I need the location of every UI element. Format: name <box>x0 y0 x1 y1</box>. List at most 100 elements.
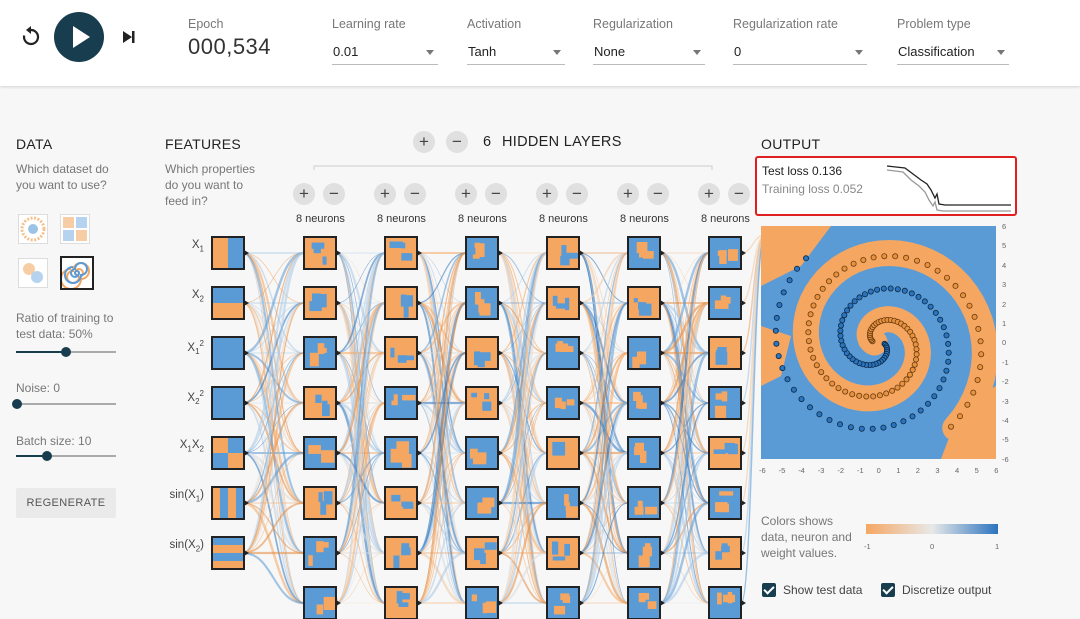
node-fill <box>212 337 244 369</box>
neuron-count-layer-3: 8 neurons <box>458 213 507 225</box>
node-fill <box>473 452 487 462</box>
add-neuron-button-layer-4[interactable]: + <box>536 183 558 205</box>
data-point <box>856 294 863 301</box>
node-fill <box>318 492 323 502</box>
x-axis-tick: -6 <box>759 466 766 475</box>
remove-neuron-button-layer-1[interactable]: − <box>323 183 345 205</box>
regenerate-button[interactable]: REGENERATE <box>16 488 116 518</box>
ratio-slider[interactable] <box>16 345 116 359</box>
dataset-xor[interactable] <box>60 214 90 244</box>
features-question: Which properties do you want to feed in? <box>165 162 256 208</box>
add-neuron-button-layer-2[interactable]: + <box>374 183 396 205</box>
data-point <box>880 424 887 431</box>
data-point <box>977 364 984 371</box>
node-fill <box>320 501 327 515</box>
node-fill <box>401 501 413 507</box>
node-arrow <box>741 300 746 306</box>
show-test-data-label: Show test data <box>783 583 863 597</box>
node-fill <box>552 556 566 561</box>
node-fill <box>474 242 481 248</box>
data-point <box>874 286 881 293</box>
problem-type-select[interactable]: Classification <box>897 40 1009 65</box>
dataset-gaussian[interactable] <box>18 258 48 288</box>
add-layer-button[interactable]: + <box>413 131 435 153</box>
node-fill <box>401 547 411 556</box>
data-point <box>937 316 944 323</box>
color-legend-text: Colors shows data, neuron and weight val… <box>761 514 852 560</box>
dataset-spiral[interactable] <box>60 256 94 290</box>
feature-label-sin-x1: sin(X1) <box>164 489 205 503</box>
data-point <box>844 307 851 314</box>
regularization-select[interactable]: None <box>593 40 705 65</box>
node-fill <box>228 453 244 469</box>
node-fill <box>308 555 313 566</box>
ratio-slider-thumb[interactable] <box>61 347 71 357</box>
node-fill <box>212 303 244 319</box>
data-point <box>772 327 779 334</box>
add-neuron-button-layer-6[interactable]: + <box>698 183 720 205</box>
remove-neuron-button-layer-2[interactable]: − <box>404 183 426 205</box>
remove-neuron-button-layer-4[interactable]: − <box>566 183 588 205</box>
feature-label-part: X <box>191 289 200 301</box>
data-point <box>966 302 973 309</box>
feature-label-x1: X1 <box>164 239 204 253</box>
neuron-count-layer-6: 8 neurons <box>701 213 750 225</box>
remove-neuron-button-layer-5[interactable]: − <box>647 183 669 205</box>
noise-slider-thumb[interactable] <box>12 399 22 409</box>
add-neuron-button-layer-1[interactable]: + <box>293 183 315 205</box>
data-point <box>880 285 887 292</box>
node-fill <box>228 437 244 453</box>
feature-label-part: 2 <box>199 294 204 304</box>
add-neuron-button-layer-5[interactable]: + <box>617 183 639 205</box>
discretize-output-checkbox[interactable] <box>881 583 895 597</box>
node-arrow <box>741 250 746 256</box>
layer-count: 6 <box>483 134 492 150</box>
node-fill <box>471 392 477 398</box>
node-fill <box>560 401 566 410</box>
feature-label-part: 2 <box>195 397 200 407</box>
reset-icon[interactable] <box>18 24 44 50</box>
node-fill <box>564 543 570 556</box>
node-fill <box>401 253 413 261</box>
data-point <box>913 346 920 353</box>
data-point <box>863 393 870 400</box>
node-fill <box>212 453 228 469</box>
dataset-circle[interactable] <box>18 214 48 244</box>
batch-size-label: Batch size: 10 <box>16 434 92 448</box>
remove-neuron-button-layer-3[interactable]: − <box>485 183 507 205</box>
node-fill <box>717 250 727 256</box>
show-test-data-checkbox[interactable] <box>762 583 776 597</box>
data-point <box>936 385 943 392</box>
remove-neuron-button-layer-6[interactable]: − <box>728 183 750 205</box>
data-point <box>943 332 950 339</box>
neuron-count-layer-5: 8 neurons <box>620 213 669 225</box>
epoch-value: 000,534 <box>188 34 272 59</box>
data-point <box>813 362 820 369</box>
activation-label: Activation <box>467 17 522 31</box>
node-fill <box>484 542 497 550</box>
weight-link <box>242 302 305 554</box>
node-fill <box>322 453 334 461</box>
step-icon[interactable] <box>118 26 140 48</box>
node-fill <box>645 506 658 515</box>
play-button[interactable] <box>54 12 104 62</box>
node-fill <box>484 393 490 400</box>
batch-size-slider-thumb[interactable] <box>42 451 52 461</box>
remove-layer-button[interactable]: − <box>446 131 468 153</box>
data-point <box>847 424 854 431</box>
data-point <box>851 298 858 305</box>
node-fill <box>721 545 730 553</box>
learning-rate-select[interactable]: 0.01 <box>332 40 438 65</box>
add-neuron-button-layer-3[interactable]: + <box>455 183 477 205</box>
node-fill <box>385 537 417 569</box>
activation-select[interactable]: Tanh <box>467 40 565 65</box>
batch-size-slider[interactable] <box>16 449 116 463</box>
data-point <box>900 418 907 425</box>
data-point <box>908 290 915 297</box>
feature-label-part: sin(X <box>169 489 196 501</box>
regularization-rate-select[interactable]: 0 <box>733 40 867 65</box>
node-fill <box>236 487 244 519</box>
data-point <box>977 338 984 345</box>
noise-slider[interactable] <box>12 397 116 411</box>
node-fill <box>309 301 322 312</box>
